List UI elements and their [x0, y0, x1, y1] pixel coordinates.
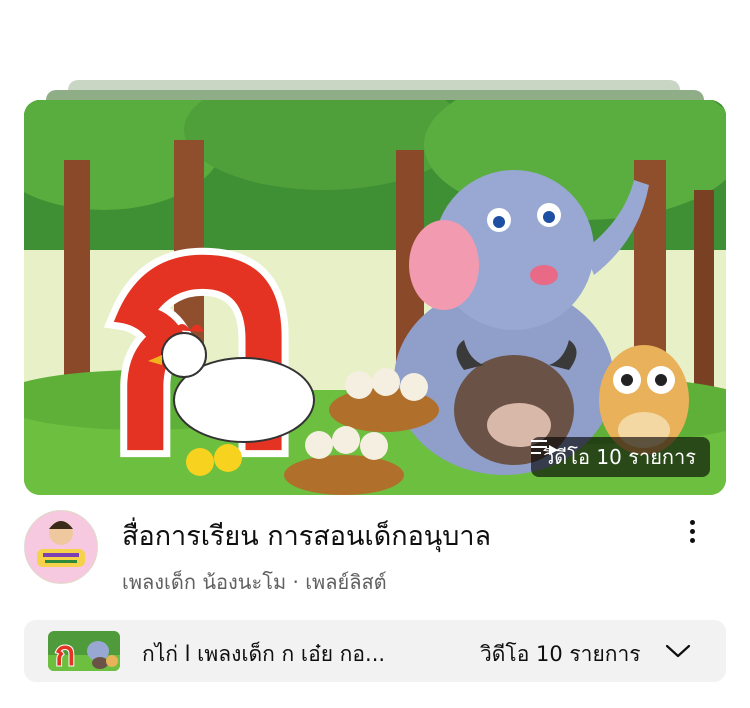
- meta-separator: ·: [292, 570, 299, 594]
- now-playing-title: กไก่ l เพลงเด็ก ก เอ๋ย กอ...: [142, 642, 386, 666]
- chevron-down-icon[interactable]: [664, 640, 692, 662]
- channel-avatar-image: [25, 511, 97, 583]
- thumbnail-artwork: ก: [24, 100, 726, 495]
- more-vert-icon[interactable]: [680, 514, 704, 548]
- playlist-meta: เพลงเด็ก น้องนะโม · เพลย์ลิสต์: [122, 566, 387, 598]
- video-count-overlay: วิดีโอ 10 รายการ: [531, 437, 710, 477]
- thumbnail-letter: ก: [102, 139, 302, 495]
- now-playing-count: วิดีโอ 10 รายการ: [480, 642, 641, 666]
- playlist-title[interactable]: สื่อการเรียน การสอนเด็กอนุบาล: [122, 514, 491, 557]
- playlist-thumbnail[interactable]: ก วิดีโอ 10 รายการ: [24, 100, 726, 495]
- now-playing-thumbnail: ก: [48, 631, 120, 671]
- mini-thumbnail-letter: ก: [55, 634, 76, 671]
- playlist-type-label: เพลย์ลิสต์: [305, 570, 387, 594]
- now-playing-bar[interactable]: ก กไก่ l เพลงเด็ก ก เอ๋ย กอ... วิดีโอ 10…: [24, 620, 726, 682]
- video-count-overlay-label: วิดีโอ 10 รายการ: [543, 445, 696, 469]
- channel-name[interactable]: เพลงเด็ก น้องนะโม: [122, 570, 286, 594]
- playlist-icon: [531, 440, 559, 455]
- channel-avatar[interactable]: [24, 510, 98, 584]
